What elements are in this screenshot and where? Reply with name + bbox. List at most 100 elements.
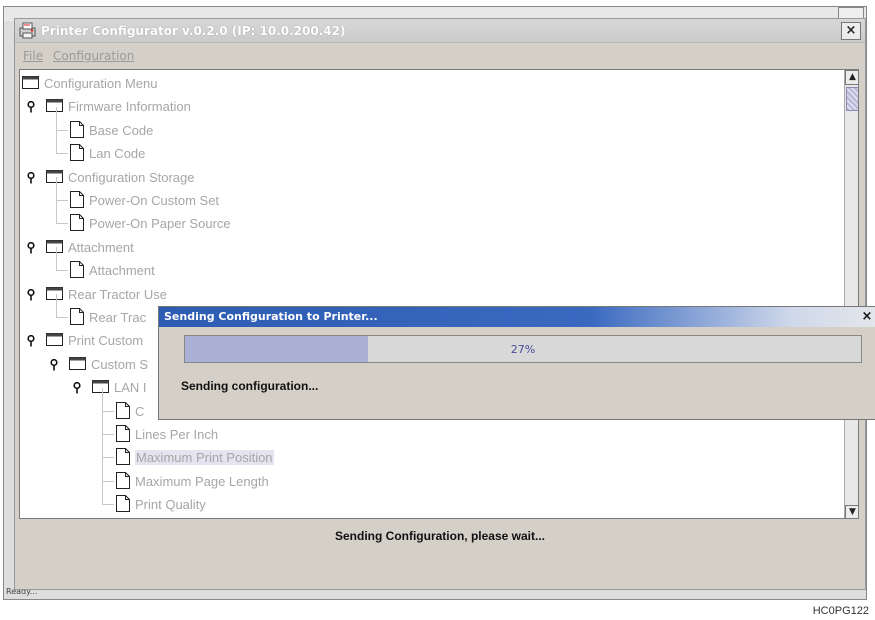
- tree-node-label: Power-On Paper Source: [89, 216, 231, 232]
- tree-leaf-node[interactable]: Attachment: [20, 247, 838, 281]
- tree-node-label: Maximum Print Position: [135, 450, 274, 466]
- tree-folder-node[interactable]: Configuration Menu: [20, 72, 838, 94]
- tree-connector-line: [56, 200, 57, 225]
- document-icon: [116, 495, 130, 513]
- expand-handle-icon[interactable]: [26, 241, 36, 254]
- tree-node-label: Custom S: [91, 356, 149, 372]
- tree-connector-line: [102, 504, 114, 506]
- tree-connector-line: [56, 270, 68, 272]
- tree-node-label: Firmware Information: [68, 99, 191, 115]
- dialog-title: Sending Configuration to Printer...: [164, 310, 378, 323]
- tree-connector-line: [102, 480, 114, 482]
- folder-icon: [46, 99, 63, 113]
- document-icon: [70, 144, 84, 162]
- tree-node-label: Attachment: [89, 263, 155, 279]
- tree-connector-line: [102, 481, 103, 506]
- tree-connector-line: [56, 177, 57, 201]
- tree-leaf-node[interactable]: Lan Code: [20, 130, 838, 164]
- tree-node-label: Maximum Page Length: [135, 473, 269, 489]
- window-title: Printer Configurator v.0.2.0 (IP: 10.0.2…: [41, 24, 346, 38]
- tree-connector-line: [56, 317, 68, 318]
- tree-connector-line: [56, 200, 68, 201]
- dialog-title-bar: Sending Configuration to Printer... ×: [159, 307, 875, 327]
- tree-node-label: Attachment: [68, 239, 134, 255]
- tree-connector-line: [102, 434, 103, 459]
- tree-leaf-node[interactable]: Power-On Custom Set: [20, 177, 838, 211]
- tree-folder-node[interactable]: Configuration Storage: [20, 166, 838, 188]
- tree-connector-line: [56, 153, 68, 155]
- folder-icon: [69, 356, 86, 370]
- tree-node-label: Lines Per Inch: [135, 427, 219, 442]
- status-message: Sending Configuration, please wait...: [334, 529, 546, 543]
- scrollbar-thumb[interactable]: [846, 87, 858, 111]
- tree-leaf-node[interactable]: Maximum Page Length: [20, 457, 838, 492]
- tree-node-label: Base Code: [89, 122, 154, 138]
- expand-handle-icon[interactable]: [72, 382, 82, 394]
- tree-leaf-node[interactable]: Base Code: [20, 106, 838, 141]
- tree-folder-node[interactable]: Rear Tractor Use: [20, 283, 838, 305]
- expand-handle-icon[interactable]: [26, 335, 36, 347]
- menu-bar: File Configuration: [15, 45, 865, 67]
- scroll-down-button[interactable]: ▼: [845, 505, 858, 518]
- expand-handle-icon[interactable]: [26, 171, 36, 184]
- tree-node-label: Rear Trac: [89, 310, 147, 325]
- folder-icon: [92, 380, 109, 394]
- tree-connector-line: [102, 434, 114, 435]
- vertical-scrollbar[interactable]: ▲ ▼: [844, 70, 858, 518]
- tree-node-label: LAN I: [114, 380, 147, 396]
- progress-bar: 27%: [184, 335, 862, 363]
- configuration-tree[interactable]: Configuration Menu Firmware Information Ba…: [19, 69, 859, 519]
- tree-node-label: Configuration Menu: [44, 76, 158, 91]
- tree-leaf-node[interactable]: Maximum Print Position: [20, 434, 838, 468]
- progress-percent-text: 27%: [510, 343, 536, 356]
- scroll-up-button[interactable]: ▲: [845, 70, 858, 85]
- document-icon: [116, 425, 130, 442]
- folder-icon: [46, 169, 63, 183]
- tree-node-label: Rear Tractor Use: [68, 286, 167, 302]
- document-icon: [70, 214, 84, 232]
- folder-icon: [46, 333, 63, 347]
- dialog-close-button[interactable]: ×: [859, 308, 875, 325]
- figure-code-label: HC0PG122: [812, 605, 869, 617]
- document-icon: [116, 401, 130, 419]
- tree-node-label: Configuration Storage: [68, 169, 195, 185]
- tree-folder-node[interactable]: Attachment: [20, 236, 838, 258]
- tree-connector-line: [56, 106, 57, 131]
- document-icon: [70, 120, 84, 138]
- tree-connector-line: [56, 294, 57, 318]
- document-icon: [70, 191, 84, 208]
- document-icon: [70, 261, 84, 279]
- tree-connector-line: [56, 130, 57, 155]
- menu-configuration[interactable]: Configuration: [53, 49, 134, 63]
- tree-node-label: Power-On Custom Set: [89, 193, 220, 208]
- tree-node-label: C: [135, 403, 145, 419]
- expand-handle-icon[interactable]: [26, 288, 36, 301]
- tree-folder-node[interactable]: Firmware Information: [20, 95, 838, 117]
- tree-connector-line: [102, 387, 103, 412]
- expand-handle-icon[interactable]: [49, 358, 59, 371]
- progress-dialog: Sending Configuration to Printer... × 27…: [158, 306, 875, 420]
- tree-connector-line: [56, 223, 68, 225]
- tree-leaf-node[interactable]: Power-On Paper Source: [20, 200, 838, 234]
- document-icon: [70, 308, 84, 325]
- expand-handle-icon[interactable]: [26, 101, 36, 113]
- dialog-message: Sending configuration...: [181, 379, 319, 393]
- folder-icon: [22, 76, 39, 89]
- printer-app-icon: [19, 22, 36, 39]
- tree-node-label: Print Custom: [68, 333, 144, 349]
- tree-node-label: Print Quality: [135, 497, 206, 513]
- tree-connector-line: [56, 129, 68, 131]
- tree-connector-line: [102, 457, 103, 482]
- tree-leaf-node[interactable]: Lines Per Inch: [20, 411, 838, 445]
- document-icon: [116, 448, 130, 466]
- document-icon: [116, 471, 130, 489]
- menu-file[interactable]: File: [23, 49, 43, 63]
- tree-leaf-node[interactable]: Print Quality: [20, 481, 838, 515]
- main-window: Printer Configurator v.0.2.0 (IP: 10.0.2…: [14, 18, 866, 590]
- tree-connector-line: [102, 410, 114, 412]
- folder-icon: [46, 239, 63, 253]
- close-button[interactable]: ×: [841, 22, 861, 40]
- title-bar: Printer Configurator v.0.2.0 (IP: 10.0.2…: [15, 19, 865, 43]
- tree-connector-line: [56, 247, 57, 272]
- folder-icon: [46, 286, 63, 300]
